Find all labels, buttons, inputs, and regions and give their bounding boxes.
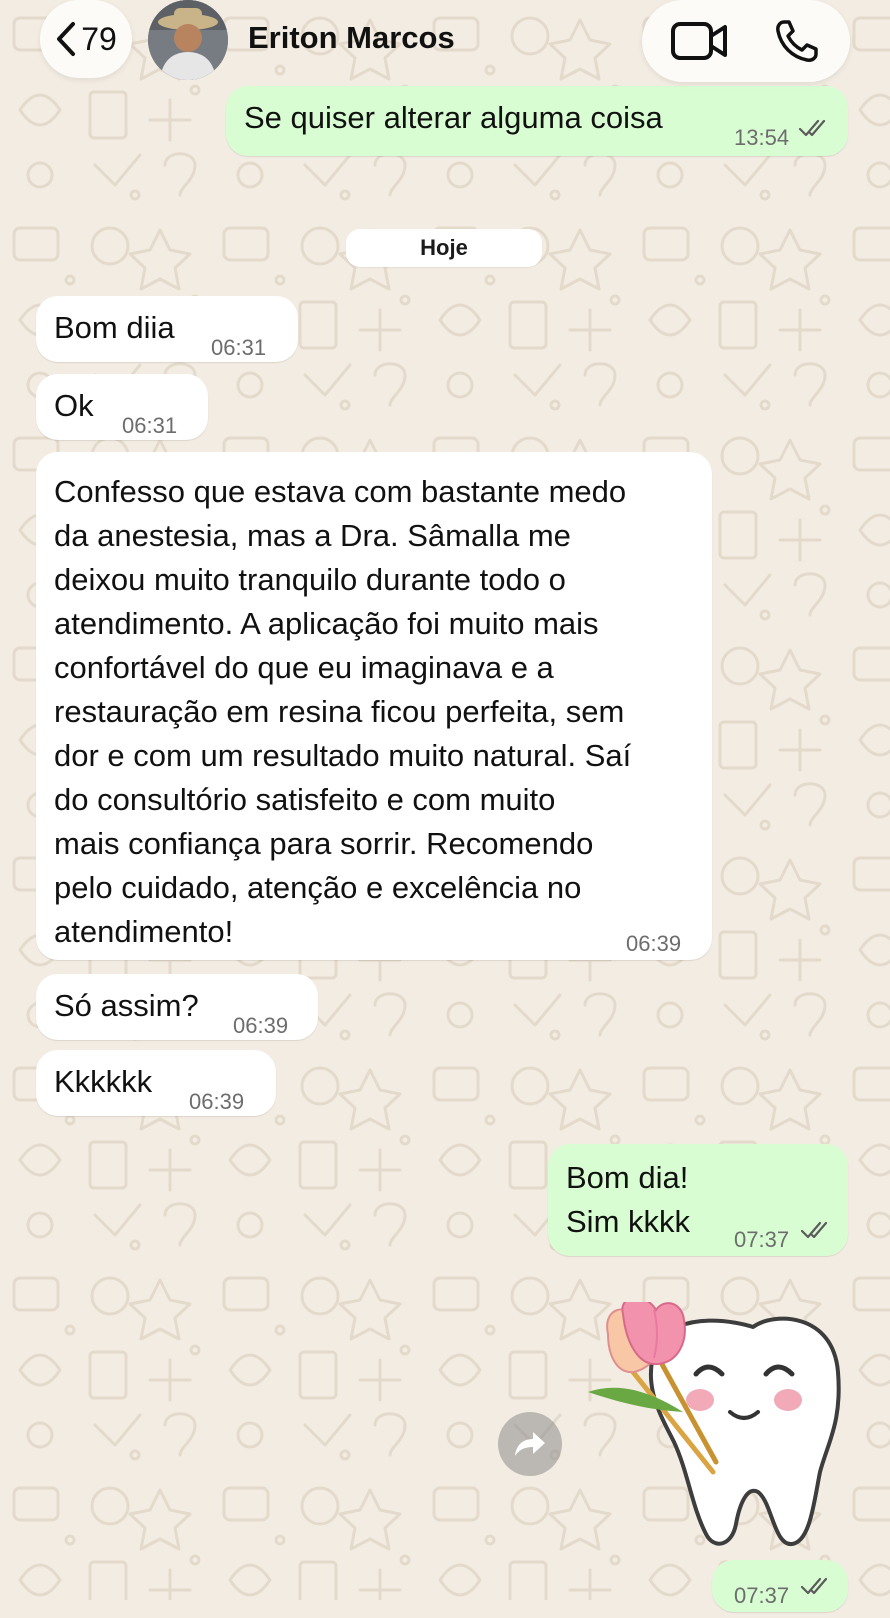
message-time: 06:31 <box>122 413 178 438</box>
call-controls <box>642 0 850 82</box>
tooth-sticker[interactable] <box>588 1302 848 1552</box>
double-check-icon <box>800 1577 828 1595</box>
double-check-icon <box>800 1221 828 1239</box>
message-incoming[interactable]: Só assim? 06:39 <box>36 974 318 1040</box>
avatar[interactable] <box>148 0 228 80</box>
message-text: Só assim? <box>54 988 199 1023</box>
message-time: 07:37 <box>734 1227 790 1252</box>
contact-photo <box>148 0 228 80</box>
message-time: 06:39 <box>233 1013 289 1038</box>
message-text: Se quiser alterar alguma coisa <box>244 100 663 135</box>
date-divider: Hoje <box>346 229 542 267</box>
message-text-line-1: Bom dia! <box>566 1160 689 1195</box>
forward-button[interactable] <box>498 1412 562 1476</box>
message-time: 06:39 <box>189 1089 245 1114</box>
message-outgoing[interactable]: Bom dia! Sim kkkk 07:37 <box>548 1144 848 1256</box>
message-text: Kkkkkk <box>54 1064 153 1099</box>
message-incoming[interactable]: Confesso que estava com bastante medo da… <box>36 452 712 960</box>
message-text: Ok <box>54 388 94 423</box>
message-time: 07:37 <box>734 1583 790 1608</box>
message-text: Confesso que estava com bastante medo da… <box>54 474 632 949</box>
double-check-icon <box>798 119 826 137</box>
message-time: 06:39 <box>626 931 682 956</box>
forward-arrow-icon <box>515 1432 545 1456</box>
message-time: 13:54 <box>734 125 790 150</box>
unread-count: 79 <box>81 20 117 57</box>
message-incoming[interactable]: Ok 06:31 <box>36 374 208 440</box>
message-time: 06:31 <box>211 335 267 360</box>
message-text: Bom diia <box>54 310 175 345</box>
chat-header: 79 Eriton Marcos <box>0 0 890 98</box>
contact-name[interactable]: Eriton Marcos <box>248 20 455 56</box>
phone-icon[interactable] <box>774 18 820 64</box>
sticker-time-bubble: 07:37 <box>712 1560 848 1612</box>
chat-area: Se quiser alterar alguma coisa 13:54 Hoj… <box>0 0 890 1612</box>
chevron-left-icon <box>57 22 76 56</box>
message-text-line-2: Sim kkkk <box>566 1204 690 1239</box>
video-camera-icon[interactable] <box>670 18 728 64</box>
back-button[interactable]: 79 <box>40 0 132 78</box>
message-incoming[interactable]: Kkkkkk 06:39 <box>36 1050 276 1116</box>
message-incoming[interactable]: Bom diia 06:31 <box>36 296 298 362</box>
